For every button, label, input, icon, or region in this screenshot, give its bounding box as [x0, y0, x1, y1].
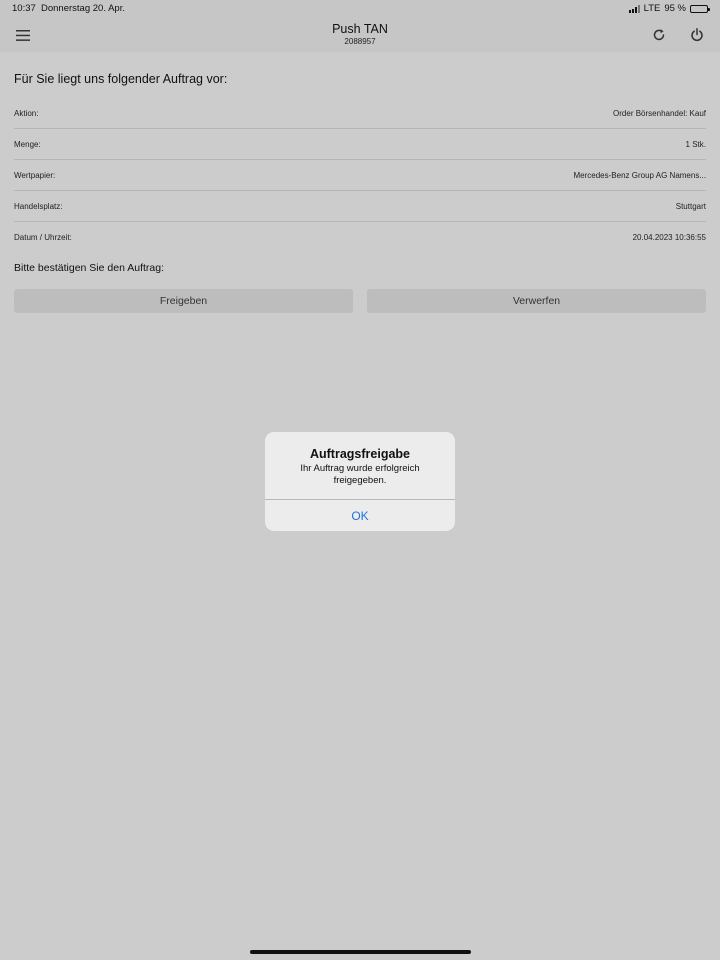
detail-row-datetime: Datum / Uhrzeit: 20.04.2023 10:36:55: [14, 222, 706, 253]
battery-percent: 95 %: [664, 3, 686, 14]
detail-label: Handelsplatz:: [14, 201, 63, 211]
home-indicator[interactable]: [250, 950, 471, 954]
detail-row-action: Aktion: Order Börsenhandel: Kauf: [14, 98, 706, 129]
power-icon[interactable]: [687, 25, 707, 45]
alert-message: Ihr Auftrag wurde erfolgreich freigegebe…: [300, 463, 420, 486]
detail-value: Stuttgart: [675, 201, 706, 211]
nav-bar: Push TAN 2088957: [0, 18, 720, 52]
page-subtitle: 2088957: [344, 37, 376, 46]
alert-ok-button[interactable]: OK: [265, 500, 455, 531]
detail-label: Aktion:: [14, 108, 39, 118]
detail-label: Datum / Uhrzeit:: [14, 233, 72, 242]
cellular-signal-icon: [628, 4, 640, 13]
order-details: Aktion: Order Börsenhandel: Kauf Menge: …: [14, 98, 706, 253]
page-title: Push TAN: [332, 22, 388, 36]
status-time: 10:37: [12, 3, 36, 14]
detail-value: 20.04.2023 10:36:55: [632, 233, 706, 242]
alert-dialog: Auftragsfreigabe Ihr Auftrag wurde erfol…: [265, 432, 455, 531]
status-date: Donnerstag 20. Apr.: [41, 3, 125, 14]
detail-label: Menge:: [14, 139, 41, 149]
refresh-icon[interactable]: [649, 25, 669, 45]
order-headline: Für Sie liegt uns folgender Auftrag vor:: [14, 72, 228, 86]
status-right: LTE 95 %: [628, 3, 710, 14]
network-type: LTE: [643, 3, 661, 14]
battery-icon: [690, 4, 710, 13]
status-bar: 10:37 Donnerstag 20. Apr. LTE 95 %: [0, 0, 720, 18]
reject-button[interactable]: Verwerfen: [367, 289, 706, 313]
detail-label: Wertpapier:: [14, 170, 56, 180]
detail-value: Mercedes-Benz Group AG Namens...: [573, 170, 707, 180]
detail-row-venue: Handelsplatz: Stuttgart: [14, 191, 706, 222]
release-button[interactable]: Freigeben: [14, 289, 353, 313]
detail-row-security: Wertpapier: Mercedes-Benz Group AG Namen…: [14, 160, 706, 191]
confirm-prompt: Bitte bestätigen Sie den Auftrag:: [14, 262, 165, 274]
alert-title: Auftragsfreigabe: [309, 447, 411, 461]
detail-value: 1 Stk.: [685, 139, 706, 149]
detail-value: Order Börsenhandel: Kauf: [613, 108, 706, 118]
detail-row-quantity: Menge: 1 Stk.: [14, 129, 706, 160]
